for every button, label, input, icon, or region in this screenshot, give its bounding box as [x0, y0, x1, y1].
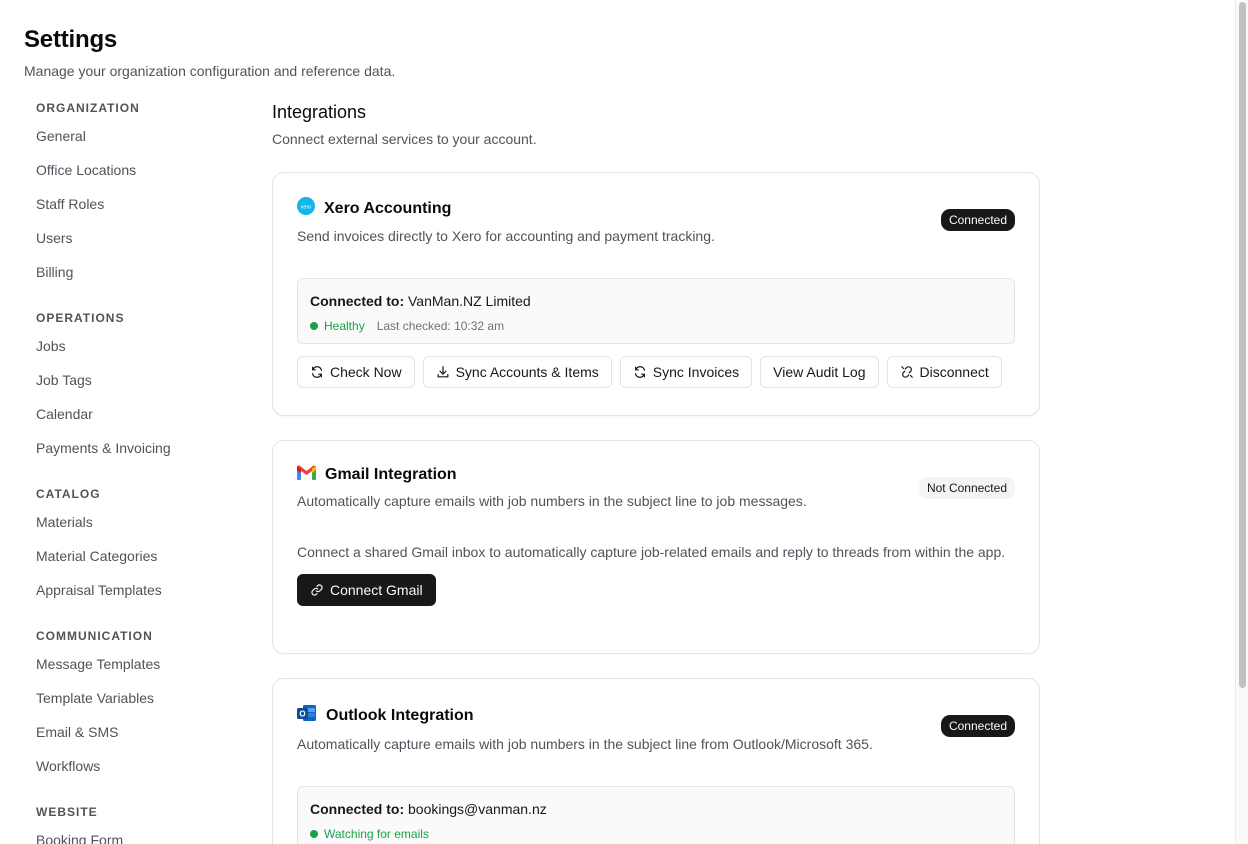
outlook-logo-icon: O	[297, 703, 317, 728]
scrollbar-thumb[interactable]	[1239, 2, 1246, 688]
page-scrollbar[interactable]	[1235, 0, 1248, 844]
connect-gmail-button[interactable]: Connect Gmail	[297, 574, 436, 606]
page-subtitle: Manage your organization configuration a…	[24, 63, 396, 79]
outlook-status-badge: Connected	[940, 715, 1015, 737]
sidebar-item-general[interactable]: General	[36, 118, 236, 152]
outlook-account-email: bookings@vanman.nz	[408, 801, 547, 817]
sidebar-item-jobs[interactable]: Jobs	[36, 328, 236, 362]
xero-connection-info: Connected to: VanMan.NZ Limited Healthy …	[297, 278, 1015, 344]
sidebar-item-billing[interactable]: Billing	[36, 254, 236, 288]
nav-group-heading: ORGANIZATION	[36, 101, 140, 115]
page-header: Settings Manage your organization config…	[24, 26, 395, 79]
sidebar-item-email-sms[interactable]: Email & SMS	[36, 714, 236, 748]
view-audit-log-button[interactable]: View Audit Log	[760, 356, 879, 388]
disconnect-button[interactable]: Disconnect	[886, 356, 1002, 388]
nav-group-organization: ORGANIZATION General Office Locations Staff…	[36, 100, 236, 288]
xero-actions: Check Now Sync Accounts & Items Sync Inv…	[273, 344, 1039, 388]
outlook-connection-info: Connected to: bookings@vanman.nz Watchin…	[297, 786, 1015, 844]
xero-health-status: Healthy	[324, 319, 365, 333]
sidebar-item-users[interactable]: Users	[36, 220, 236, 254]
sidebar-item-calendar[interactable]: Calendar	[36, 396, 236, 430]
unlink-icon	[900, 366, 913, 378]
status-dot-icon	[310, 830, 318, 838]
xero-last-checked: Last checked: 10:32 am	[376, 319, 505, 333]
settings-sidebar: ORGANIZATION General Office Locations Staff…	[36, 100, 236, 844]
section-title: Integrations	[272, 102, 367, 122]
nav-group-heading: OPERATIONS	[36, 311, 125, 325]
sidebar-item-office-locations[interactable]: Office Locations	[36, 152, 236, 186]
health-dot-icon	[310, 322, 318, 330]
nav-group-heading: COMMUNICATION	[36, 629, 153, 643]
nav-group-communication: COMMUNICATION Message Templates Template V…	[36, 628, 236, 782]
svg-text:xero: xero	[301, 204, 312, 210]
connected-to-label: Connected to:	[310, 293, 405, 309]
xero-org-name: VanMan.NZ Limited	[408, 293, 531, 309]
link-icon	[311, 584, 323, 596]
nav-group-website: WEBSITE Booking Form	[36, 804, 236, 844]
sidebar-item-workflows[interactable]: Workflows	[36, 748, 236, 782]
xero-title: Xero Accounting	[324, 199, 452, 217]
check-now-button[interactable]: Check Now	[297, 356, 415, 388]
xero-description: Send invoices directly to Xero for accou…	[297, 228, 715, 244]
section-subtitle: Connect external services to your accoun…	[272, 131, 537, 147]
sidebar-item-appraisal-templates[interactable]: Appraisal Templates	[36, 572, 236, 606]
gmail-body-text: Connect a shared Gmail inbox to automati…	[297, 544, 1006, 560]
sidebar-item-booking-form[interactable]: Booking Form	[36, 822, 236, 844]
sidebar-item-job-tags[interactable]: Job Tags	[36, 362, 236, 396]
refresh-icon	[634, 366, 645, 378]
connected-to-label: Connected to:	[310, 801, 405, 817]
integrations-section: Integrations Connect external services t…	[272, 102, 1040, 147]
outlook-integration-card: O Outlook Integration Automatically capt…	[272, 678, 1040, 844]
page-title: Settings	[24, 26, 118, 53]
gmail-logo-icon	[297, 465, 316, 485]
sidebar-item-payments-invoicing[interactable]: Payments & Invoicing	[36, 430, 236, 464]
outlook-title: Outlook Integration	[326, 706, 474, 724]
sidebar-item-materials[interactable]: Materials	[36, 504, 236, 538]
sidebar-item-template-variables[interactable]: Template Variables	[36, 680, 236, 714]
sync-accounts-button[interactable]: Sync Accounts & Items	[422, 356, 612, 388]
outlook-watch-status: Watching for emails	[324, 827, 429, 841]
sidebar-item-message-templates[interactable]: Message Templates	[36, 646, 236, 680]
download-icon	[437, 366, 449, 378]
xero-status-badge: Connected	[940, 209, 1015, 231]
nav-group-heading: WEBSITE	[36, 805, 98, 819]
gmail-description: Automatically capture emails with job nu…	[297, 493, 807, 509]
sidebar-item-material-categories[interactable]: Material Categories	[36, 538, 236, 572]
gmail-status-badge: Not Connected	[918, 477, 1015, 499]
xero-integration-card: xero Xero Accounting Send invoices direc…	[272, 172, 1040, 416]
outlook-description: Automatically capture emails with job nu…	[297, 736, 873, 752]
sidebar-item-staff-roles[interactable]: Staff Roles	[36, 186, 236, 220]
xero-logo-icon: xero	[297, 197, 315, 220]
nav-group-catalog: CATALOG Materials Material Categories Appra…	[36, 486, 236, 606]
refresh-icon	[312, 366, 322, 378]
svg-text:O: O	[299, 710, 305, 719]
nav-group-operations: OPERATIONS Jobs Job Tags Calendar Payments &…	[36, 310, 236, 464]
sync-invoices-button[interactable]: Sync Invoices	[619, 356, 753, 388]
gmail-title: Gmail Integration	[325, 466, 457, 483]
gmail-integration-card: Gmail Integration Automatically capture …	[272, 440, 1040, 654]
nav-group-heading: CATALOG	[36, 487, 101, 501]
